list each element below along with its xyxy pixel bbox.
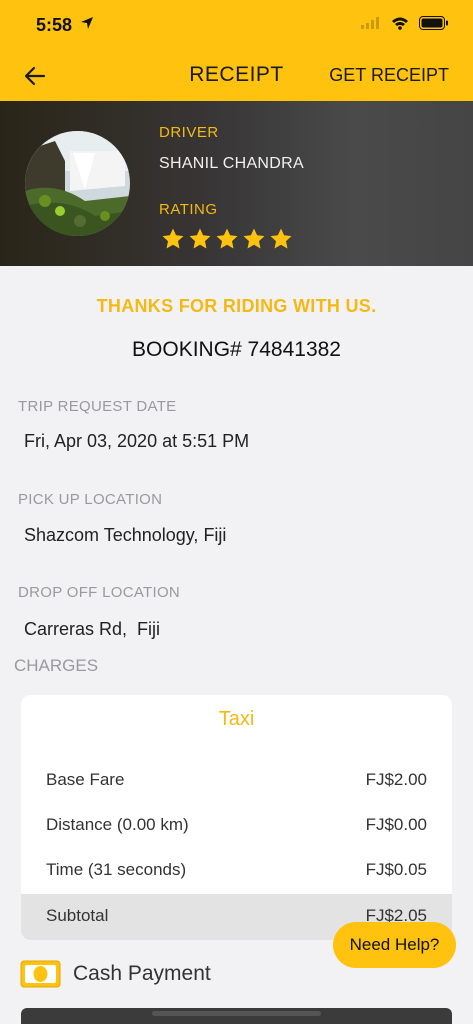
charge-row: Time (31 seconds) FJ$0.05 [21, 848, 452, 892]
trip-request-date-value: Fri, Apr 03, 2020 at 5:51 PM [24, 431, 250, 451]
thanks-message: THANKS FOR RIDING WITH US. [96, 296, 377, 316]
charge-name: Distance (0.00 km) [46, 815, 189, 834]
need-help-button[interactable]: Need Help? [333, 922, 456, 968]
charges-label: CHARGES [14, 656, 99, 675]
payment-method: Cash Payment [20, 960, 211, 988]
payment-method-label: Cash Payment [73, 962, 211, 985]
charge-amount: FJ$0.05 [365, 860, 427, 879]
vehicle-type: Taxi [218, 708, 255, 730]
dropoff-location-label: DROP OFF LOCATION [18, 584, 181, 601]
pickup-location-value: Shazcom Technology, Fiji [24, 525, 227, 545]
driver-photo [25, 131, 130, 236]
trip-request-date-label: TRIP REQUEST DATE [18, 398, 177, 415]
star-icon [243, 228, 265, 249]
charges-card: Taxi Base Fare FJ$2.00 Distance (0.00 km… [21, 695, 452, 940]
dropoff-location-value: Carreras Rd, Fiji [24, 619, 161, 639]
charge-name: Time (31 seconds) [46, 860, 187, 879]
rating-label: RATING [159, 201, 218, 218]
subtotal-label: Subtotal [46, 906, 109, 925]
booking-number: BOOKING# 74841382 [132, 338, 341, 361]
nav-bar: RECEIPT GET RECEIPT [0, 52, 473, 101]
driver-label: DRIVER [159, 124, 219, 141]
home-indicator [152, 1011, 321, 1016]
rating-stars [161, 227, 293, 251]
star-icon [162, 228, 184, 249]
battery-icon [419, 16, 448, 30]
cellular-signal-icon [361, 17, 379, 29]
get-receipt-button[interactable]: GET RECEIPT [329, 65, 449, 86]
status-indicators [361, 16, 449, 30]
charge-name: Base Fare [46, 770, 125, 789]
star-icon [189, 228, 211, 249]
back-arrow-icon [24, 66, 46, 86]
status-bar: 5:58 [0, 0, 473, 52]
charge-row: Base Fare FJ$2.00 [21, 758, 452, 802]
back-button[interactable] [22, 64, 48, 88]
status-time: 5:58 [36, 15, 73, 35]
cash-icon [20, 960, 61, 988]
charge-amount: FJ$0.00 [365, 815, 427, 834]
charge-amount: FJ$2.00 [365, 770, 427, 789]
driver-avatar [25, 131, 130, 236]
pickup-location-label: PICK UP LOCATION [18, 491, 163, 508]
star-icon [216, 228, 238, 249]
driver-name: SHANIL CHANDRA [159, 155, 304, 172]
star-icon [270, 228, 292, 249]
location-arrow-icon [81, 17, 93, 29]
charge-row: Distance (0.00 km) FJ$0.00 [21, 803, 452, 847]
wifi-icon [392, 17, 408, 30]
driver-banner: DRIVER SHANIL CHANDRA RATING [0, 101, 473, 266]
